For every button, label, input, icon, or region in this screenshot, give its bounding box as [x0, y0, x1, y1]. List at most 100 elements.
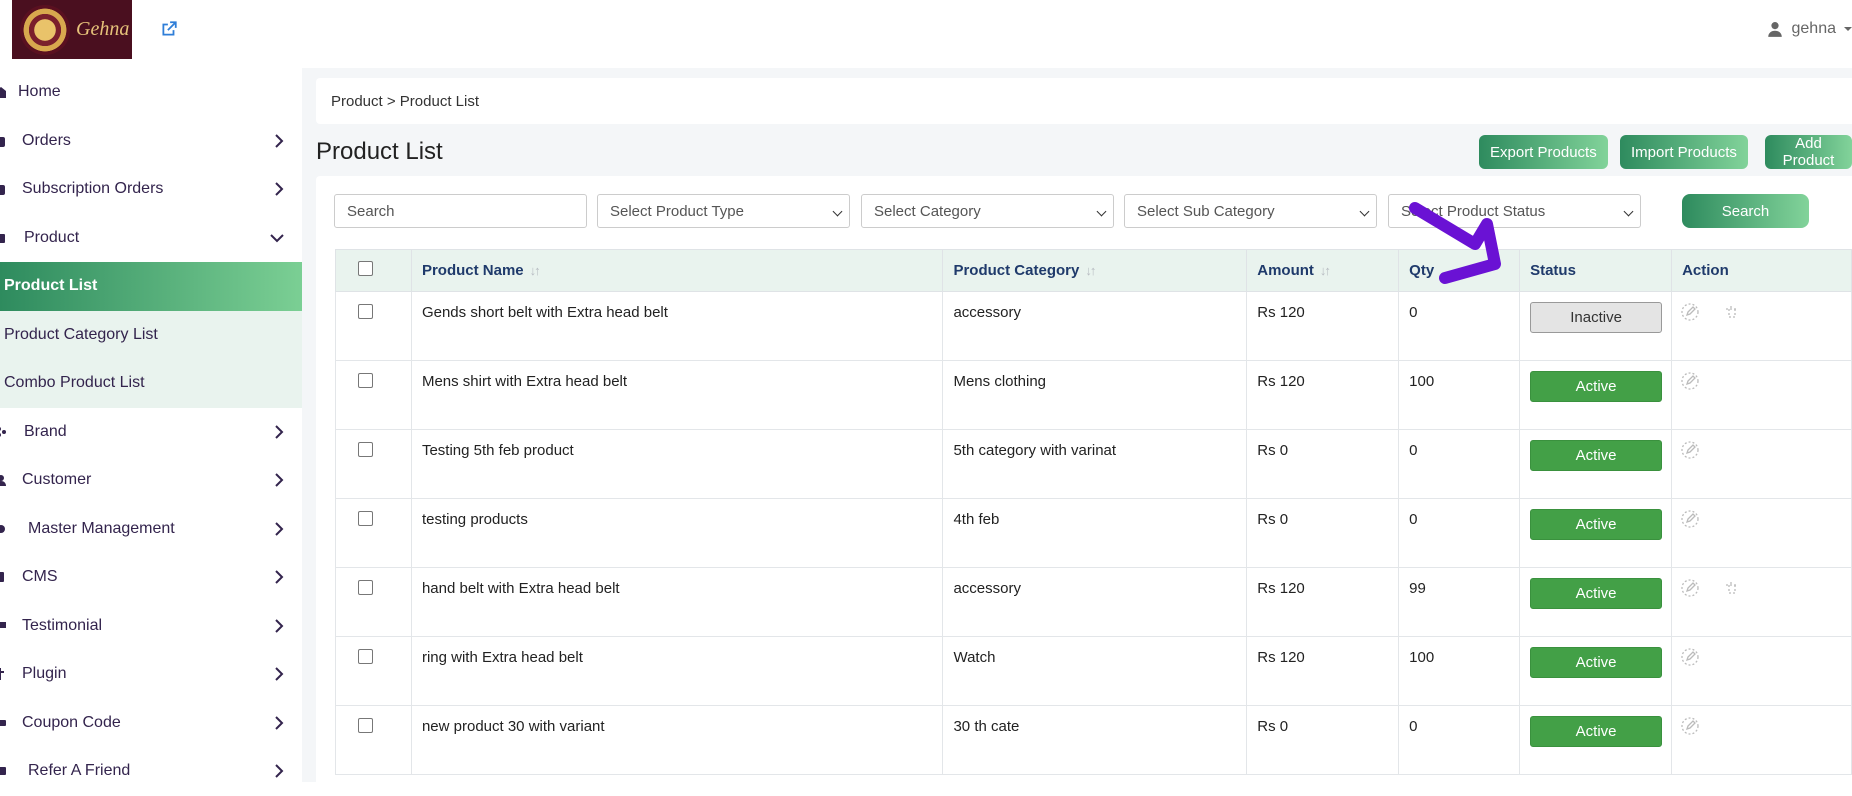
edit-icon[interactable]: [1680, 578, 1700, 602]
product-icon: [0, 232, 6, 244]
sidebar-subitem-product-list[interactable]: Product List: [0, 262, 302, 311]
subscription-icon: [0, 183, 6, 195]
external-link-icon[interactable]: [160, 20, 178, 38]
sidebar-item-label: Coupon Code: [22, 714, 121, 732]
delete-icon[interactable]: [1722, 578, 1742, 602]
sidebar-item-label: Refer A Friend: [28, 762, 130, 780]
sort-icon[interactable]: ↓↑: [530, 263, 539, 278]
sidebar-item-subscription-orders[interactable]: Subscription Orders: [0, 165, 302, 214]
row-checkbox[interactable]: [358, 649, 373, 664]
sidebar-item-cms[interactable]: CMS: [0, 553, 302, 602]
sidebar-item-home[interactable]: Home: [0, 68, 302, 117]
column-header-product-name[interactable]: Product Name ↓↑: [411, 250, 943, 292]
row-select-cell: [336, 568, 412, 637]
breadcrumb-text: Product > Product List: [331, 93, 479, 110]
row-select-cell: [336, 361, 412, 430]
search-input[interactable]: Search: [334, 194, 587, 228]
chevron-right-icon: [274, 134, 284, 148]
status-badge[interactable]: Active: [1530, 440, 1662, 471]
status-badge[interactable]: Active: [1530, 578, 1662, 609]
row-checkbox[interactable]: [358, 718, 373, 733]
product-name-cell: hand belt with Extra head belt: [411, 568, 943, 637]
product-type-select[interactable]: Select Product Type: [597, 194, 850, 228]
row-checkbox[interactable]: [358, 580, 373, 595]
sub-category-select[interactable]: Select Sub Category: [1124, 194, 1377, 228]
product-category-cell: Watch: [943, 637, 1247, 706]
sort-icon[interactable]: ↓↑: [1320, 263, 1329, 278]
edit-icon[interactable]: [1680, 302, 1700, 326]
status-badge[interactable]: Active: [1530, 371, 1662, 402]
row-select-cell: [336, 430, 412, 499]
coupon-icon: [0, 717, 6, 729]
row-checkbox[interactable]: [358, 442, 373, 457]
column-label: Action: [1682, 262, 1729, 279]
cms-icon: [0, 571, 6, 583]
category-select[interactable]: Select Category: [861, 194, 1114, 228]
delete-icon[interactable]: [1722, 302, 1742, 326]
chevron-right-icon: [274, 764, 284, 778]
sidebar-item-orders[interactable]: Orders: [0, 117, 302, 166]
qty-cell: 0: [1399, 499, 1520, 568]
sidebar-subitem-combo-product-list[interactable]: Combo Product List: [0, 359, 302, 408]
chevron-right-icon: [274, 619, 284, 633]
sidebar: Home Orders Subscription Orders Product …: [0, 68, 302, 782]
export-products-button[interactable]: Export Products: [1479, 135, 1608, 169]
user-menu[interactable]: gehna: [1766, 20, 1852, 38]
product-category-cell: accessory: [943, 292, 1247, 361]
column-label: Amount: [1257, 262, 1314, 279]
action-cell: [1672, 499, 1852, 568]
sort-icon[interactable]: ↓↑: [1085, 263, 1094, 278]
status-badge[interactable]: Active: [1530, 509, 1662, 540]
product-status-select[interactable]: Select Product Status: [1388, 194, 1641, 228]
product-name-cell: Mens shirt with Extra head belt: [411, 361, 943, 430]
action-cell: [1672, 430, 1852, 499]
row-checkbox[interactable]: [358, 511, 373, 526]
edit-icon[interactable]: [1680, 647, 1700, 671]
column-label: Qty: [1409, 262, 1434, 279]
status-cell: Active: [1520, 568, 1672, 637]
row-checkbox[interactable]: [358, 304, 373, 319]
qty-cell: 0: [1399, 430, 1520, 499]
select-all-checkbox[interactable]: [358, 261, 373, 276]
brand-logo[interactable]: Gehna: [12, 0, 132, 59]
column-header-amount[interactable]: Amount ↓↑: [1247, 250, 1399, 292]
column-label: Product Name: [422, 262, 524, 279]
sidebar-item-refer-a-friend[interactable]: Refer A Friend: [0, 747, 302, 782]
sidebar-subitem-product-category-list[interactable]: Product Category List: [0, 311, 302, 360]
amount-cell: Rs 120: [1247, 361, 1399, 430]
table-row: Mens shirt with Extra head beltMens clot…: [336, 361, 1852, 430]
testimonial-icon: [0, 620, 6, 632]
sidebar-item-testimonial[interactable]: Testimonial: [0, 602, 302, 651]
sidebar-item-plugin[interactable]: Plugin: [0, 650, 302, 699]
orders-icon: [0, 135, 6, 147]
sidebar-item-product[interactable]: Product: [0, 214, 302, 263]
sidebar-item-customer[interactable]: Customer: [0, 456, 302, 505]
edit-icon[interactable]: [1680, 371, 1700, 395]
sidebar-item-coupon-code[interactable]: Coupon Code: [0, 699, 302, 748]
sidebar-item-master-management[interactable]: Master Management: [0, 505, 302, 554]
sidebar-item-brand[interactable]: Brand: [0, 408, 302, 457]
sidebar-subitem-label: Combo Product List: [4, 374, 145, 392]
row-checkbox[interactable]: [358, 373, 373, 388]
import-products-button[interactable]: Import Products: [1620, 135, 1748, 169]
product-category-cell: 4th feb: [943, 499, 1247, 568]
column-header-qty[interactable]: Qty: [1399, 250, 1520, 292]
row-select-cell: [336, 706, 412, 775]
edit-icon[interactable]: [1680, 509, 1700, 533]
customer-icon: [0, 474, 6, 486]
status-cell: Active: [1520, 499, 1672, 568]
status-badge[interactable]: Active: [1530, 647, 1662, 678]
search-button[interactable]: Search: [1682, 194, 1809, 228]
chevron-down-icon: [270, 233, 284, 243]
status-badge[interactable]: Inactive: [1530, 302, 1662, 333]
column-header-product-category[interactable]: Product Category↓↑: [943, 250, 1247, 292]
sidebar-item-label: Testimonial: [22, 617, 102, 635]
chevron-right-icon: [274, 522, 284, 536]
status-badge[interactable]: Active: [1530, 716, 1662, 747]
add-product-button[interactable]: Add Product: [1765, 135, 1852, 169]
sidebar-subitem-label: Product Category List: [4, 326, 158, 344]
edit-icon[interactable]: [1680, 716, 1700, 740]
edit-icon[interactable]: [1680, 440, 1700, 464]
product-category-cell: 5th category with varinat: [943, 430, 1247, 499]
product-submenu: Product List Product Category List Combo…: [0, 262, 302, 408]
